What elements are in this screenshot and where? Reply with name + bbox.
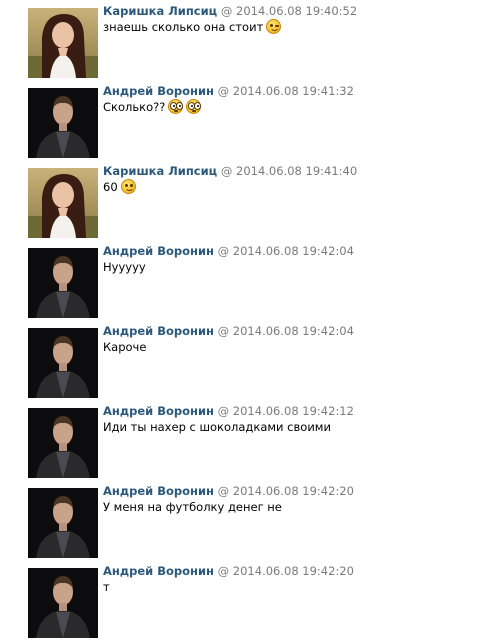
message-header: Андрей Воронин @ 2014.06.08 19:42:20 [103, 563, 354, 579]
at-sign: @ [220, 4, 233, 18]
message-header: Андрей Воронин @ 2014.06.08 19:42:12 [103, 403, 354, 419]
message-text: 60 [103, 179, 136, 195]
author-link[interactable]: Андрей Воронин [103, 244, 214, 258]
message-text-content: знаешь сколько она стоит [103, 20, 264, 34]
avatar[interactable] [28, 8, 98, 78]
wink-emoji-icon [266, 19, 282, 34]
avatar[interactable] [28, 328, 98, 398]
author-link[interactable]: Каришка Липсиц [103, 164, 217, 178]
author-link[interactable]: Андрей Воронин [103, 84, 214, 98]
author-link[interactable]: Андрей Воронин [103, 404, 214, 418]
message-timestamp: 2014.06.08 19:41:32 [232, 84, 354, 98]
message-header: Андрей Воронин @ 2014.06.08 19:41:32 [103, 83, 354, 99]
avatar[interactable] [28, 248, 98, 318]
avatar[interactable] [28, 568, 98, 638]
at-sign: @ [217, 244, 230, 258]
author-link[interactable]: Каришка Липсиц [103, 4, 217, 18]
message-row: Андрей Воронин @ 2014.06.08 19:41:32 Скол… [0, 80, 498, 160]
message-text: Кароче [103, 339, 146, 355]
message-text-content: Нууууу [103, 260, 146, 274]
at-sign: @ [217, 564, 230, 578]
message-timestamp: 2014.06.08 19:41:40 [236, 164, 358, 178]
message-row: Андрей Воронин @ 2014.06.08 19:42:04 Каро… [0, 320, 498, 400]
author-link[interactable]: Андрей Воронин [103, 484, 214, 498]
message-text: Иди ты нахер с шоколадками своими [103, 419, 331, 435]
avatar[interactable] [28, 168, 98, 238]
avatar[interactable] [28, 408, 98, 478]
message-row: Андрей Воронин @ 2014.06.08 19:42:20 У ме… [0, 480, 498, 560]
message-row: Андрей Воронин @ 2014.06.08 19:42:12 Иди … [0, 400, 498, 480]
at-sign: @ [217, 324, 230, 338]
at-sign: @ [217, 404, 230, 418]
message-text: т [103, 579, 110, 595]
message-text: Сколько?? [103, 99, 202, 115]
message-text-content: Кароче [103, 340, 147, 354]
message-timestamp: 2014.06.08 19:42:20 [232, 484, 354, 498]
message-row: Андрей Воронин @ 2014.06.08 19:42:04 Нууу… [0, 240, 498, 320]
author-link[interactable]: Андрей Воронин [103, 564, 214, 578]
wide-eyed-emoji-icon [168, 99, 184, 114]
message-timestamp: 2014.06.08 19:42:04 [232, 244, 354, 258]
message-text: У меня на футболку денег не [103, 499, 282, 515]
message-header: Андрей Воронин @ 2014.06.08 19:42:20 [103, 483, 354, 499]
message-timestamp: 2014.06.08 19:42:20 [232, 564, 354, 578]
message-text: знаешь сколько она стоит [103, 19, 282, 35]
message-text-content: Сколько?? [103, 100, 166, 114]
message-text: Нууууу [103, 259, 146, 275]
message-row: Каришка Липсиц @ 2014.06.08 19:41:40 60 [0, 160, 498, 240]
message-text-content: У меня на футболку денег не [103, 500, 282, 514]
message-header: Андрей Воронин @ 2014.06.08 19:42:04 [103, 323, 354, 339]
message-row: Каришка Липсиц @ 2014.06.08 19:40:52 знае… [0, 0, 498, 80]
at-sign: @ [217, 84, 230, 98]
author-link[interactable]: Андрей Воронин [103, 324, 214, 338]
message-timestamp: 2014.06.08 19:40:52 [236, 4, 358, 18]
smile-emoji-icon [120, 179, 136, 194]
at-sign: @ [220, 164, 233, 178]
wide-eyed-emoji-icon [186, 99, 202, 114]
avatar[interactable] [28, 488, 98, 558]
message-header: Каришка Липсиц @ 2014.06.08 19:41:40 [103, 163, 357, 179]
avatar[interactable] [28, 88, 98, 158]
message-text-content: Иди ты нахер с шоколадками своими [103, 420, 331, 434]
at-sign: @ [217, 484, 230, 498]
message-timestamp: 2014.06.08 19:42:04 [232, 324, 354, 338]
message-timestamp: 2014.06.08 19:42:12 [232, 404, 354, 418]
message-text-content: 60 [103, 180, 118, 194]
message-header: Андрей Воронин @ 2014.06.08 19:42:04 [103, 243, 354, 259]
message-row: Андрей Воронин @ 2014.06.08 19:42:20 т [0, 560, 498, 640]
message-header: Каришка Липсиц @ 2014.06.08 19:40:52 [103, 3, 357, 19]
message-text-content: т [103, 580, 110, 594]
